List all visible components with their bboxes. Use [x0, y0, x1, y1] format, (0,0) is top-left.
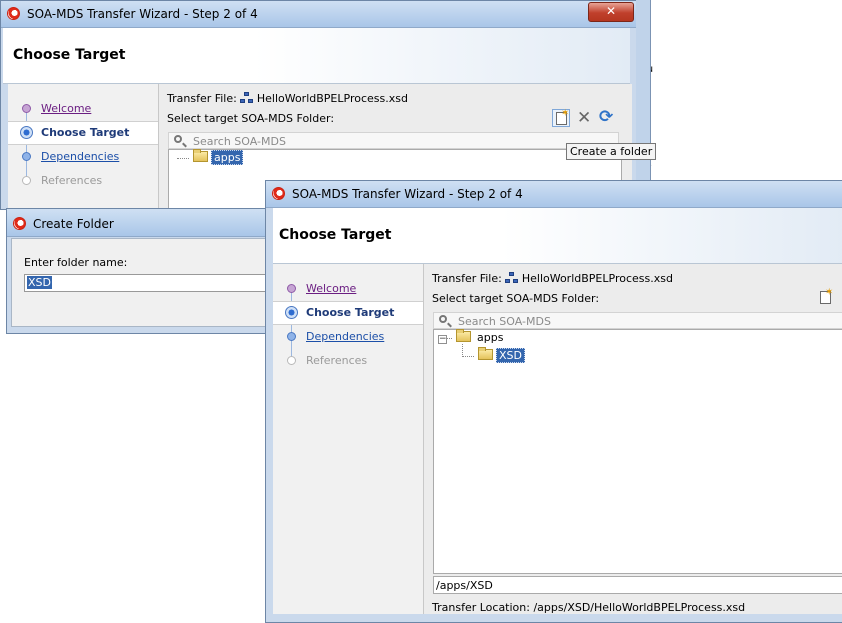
- step-label: Dependencies: [41, 150, 120, 163]
- step-visited-icon: [287, 284, 296, 293]
- step-choose-target[interactable]: Choose Target: [273, 301, 423, 325]
- select-folder-label: Select target SOA-MDS Folder:: [432, 292, 600, 305]
- dialog-body: Enter folder name: XSD: [11, 238, 276, 327]
- step-label: Welcome: [41, 102, 92, 115]
- step-next-icon: [22, 152, 31, 161]
- step-disabled-icon: [287, 356, 296, 365]
- delete-icon: ✕: [577, 108, 592, 128]
- title-bar[interactable]: SOA-MDS Transfer Wizard - Step 2 of 4 ✕: [1, 1, 636, 28]
- wizard-content: Transfer File: HelloWorldBPELProcess.xsd …: [424, 264, 842, 614]
- transfer-file-row: Transfer File: HelloWorldBPELProcess.xsd: [167, 92, 408, 105]
- refresh-icon: ⟳: [599, 107, 614, 127]
- tree-node-apps[interactable]: apps: [447, 329, 504, 344]
- step-current-icon: [285, 306, 298, 319]
- transfer-file-name: HelloWorldBPELProcess.xsd: [521, 272, 673, 285]
- transfer-location-row: Transfer Location: /apps/XSD/HelloWorldB…: [432, 601, 745, 614]
- schema-file-icon: [239, 92, 253, 104]
- wizard-header: Choose Target: [273, 208, 842, 264]
- folder-tree[interactable]: − apps XSD: [433, 329, 842, 574]
- selected-path-value: /apps/XSD: [436, 579, 493, 592]
- step-current-icon: [20, 126, 33, 139]
- folder-icon: [477, 347, 493, 360]
- step-label: Choose Target: [41, 126, 130, 139]
- page-title: Choose Target: [13, 47, 126, 63]
- delete-button[interactable]: ✕: [576, 108, 594, 128]
- search-placeholder: Search SOA-MDS: [193, 135, 286, 148]
- folder-icon: [455, 329, 471, 342]
- step-welcome[interactable]: Welcome: [273, 278, 423, 300]
- transfer-location-value: /apps/XSD/HelloWorldBPELProcess.xsd: [533, 601, 746, 614]
- front-wizard-window: SOA-MDS Transfer Wizard - Step 2 of 4 Ch…: [265, 180, 842, 623]
- tree-connector: [177, 157, 189, 159]
- title-bar[interactable]: SOA-MDS Transfer Wizard - Step 2 of 4: [266, 181, 842, 208]
- window-title: SOA-MDS Transfer Wizard - Step 2 of 4: [27, 7, 258, 21]
- step-welcome[interactable]: Welcome: [8, 98, 158, 120]
- folder-name-value: XSD: [27, 276, 52, 289]
- tree-node-label: apps: [211, 150, 244, 165]
- dialog-title-bar[interactable]: Create Folder: [7, 209, 275, 237]
- tree-node-label: apps: [477, 331, 504, 344]
- background-wizard-window: SOA-MDS Transfer Wizard - Step 2 of 4 ✕ …: [0, 0, 653, 210]
- search-box[interactable]: Search SOA-MDS: [168, 132, 619, 149]
- search-placeholder: Search SOA-MDS: [458, 315, 551, 328]
- transfer-file-label: Transfer File:: [167, 92, 237, 105]
- search-icon: [439, 315, 447, 323]
- step-label: Dependencies: [306, 330, 385, 343]
- select-folder-label: Select target SOA-MDS Folder:: [167, 112, 335, 125]
- step-label: Choose Target: [306, 306, 395, 319]
- wizard-header: Choose Target: [3, 28, 630, 84]
- tree-connector: [462, 355, 474, 357]
- create-folder-button[interactable]: [817, 287, 835, 307]
- search-box[interactable]: Search SOA-MDS: [433, 312, 842, 329]
- step-disabled-icon: [22, 176, 31, 185]
- new-folder-icon: [556, 108, 569, 125]
- tree-node-xsd[interactable]: XSD: [462, 347, 525, 363]
- step-references: References: [273, 350, 423, 372]
- app-logo-icon: [13, 217, 26, 230]
- transfer-file-label: Transfer File:: [432, 272, 502, 285]
- transfer-location-label: Transfer Location:: [432, 601, 530, 614]
- tree-connector: [447, 337, 452, 339]
- tree-node-apps[interactable]: apps: [177, 149, 244, 165]
- step-choose-target[interactable]: Choose Target: [8, 121, 158, 145]
- create-folder-button[interactable]: [552, 108, 570, 127]
- transfer-file-row: Transfer File: HelloWorldBPELProcess.xsd: [432, 272, 673, 285]
- app-logo-icon: [7, 7, 20, 20]
- close-button[interactable]: ✕: [588, 2, 634, 22]
- app-logo-icon: [272, 187, 285, 200]
- step-dependencies[interactable]: Dependencies: [273, 326, 423, 348]
- search-icon: [174, 135, 182, 143]
- wizard-steps-panel: Welcome Choose Target Dependencies Refer…: [273, 264, 424, 614]
- window-title: SOA-MDS Transfer Wizard - Step 2 of 4: [292, 187, 523, 201]
- new-folder-icon: [820, 287, 833, 304]
- create-folder-tooltip: Create a folder: [566, 143, 657, 160]
- step-label: References: [41, 174, 103, 187]
- dialog-title: Create Folder: [33, 217, 114, 231]
- step-label: Welcome: [306, 282, 357, 295]
- refresh-button[interactable]: ⟳: [599, 107, 617, 127]
- folder-icon: [192, 149, 208, 162]
- selected-path-field[interactable]: /apps/XSD: [433, 576, 842, 594]
- step-references: References: [8, 170, 158, 192]
- step-label: References: [306, 354, 368, 367]
- step-visited-icon: [22, 104, 31, 113]
- transfer-file-name: HelloWorldBPELProcess.xsd: [256, 92, 408, 105]
- folder-name-input[interactable]: XSD: [24, 274, 276, 292]
- wizard-steps-panel: Welcome Choose Target Dependencies Refer…: [8, 84, 159, 210]
- step-next-icon: [287, 332, 296, 341]
- collapse-icon[interactable]: −: [438, 335, 447, 344]
- page-title: Choose Target: [279, 227, 392, 243]
- step-dependencies[interactable]: Dependencies: [8, 146, 158, 168]
- tree-node-label: XSD: [496, 348, 525, 363]
- create-folder-dialog: Create Folder Enter folder name: XSD: [6, 208, 276, 334]
- folder-name-prompt: Enter folder name:: [24, 256, 128, 269]
- schema-file-icon: [504, 272, 518, 284]
